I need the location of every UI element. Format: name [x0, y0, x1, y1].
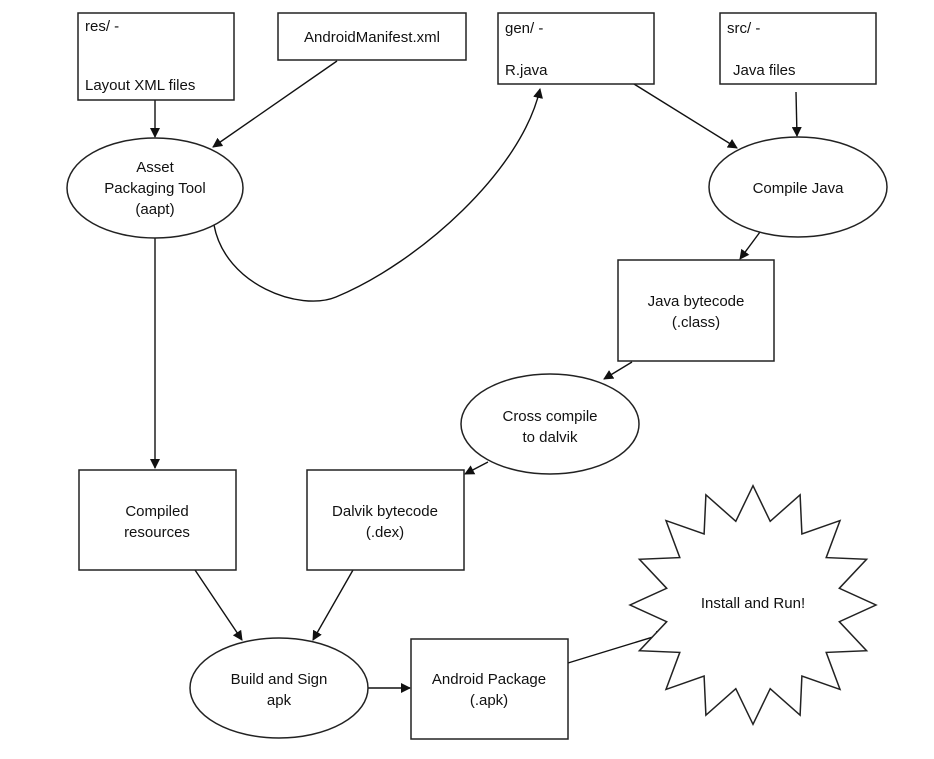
- aapt-line1: Asset: [136, 159, 174, 176]
- compiled-resources-line1: Compiled: [125, 503, 188, 520]
- src-label: src/ -: [727, 20, 760, 37]
- node-compiled-resources: Compiled resources: [78, 469, 237, 571]
- node-install-run: Install and Run!: [628, 483, 878, 727]
- node-java-bytecode: Java bytecode (.class): [617, 259, 775, 362]
- install-run-label: Install and Run!: [701, 595, 805, 612]
- aapt-line3: (aapt): [135, 201, 174, 218]
- dalvik-bytecode-line1: Dalvik bytecode: [332, 503, 438, 520]
- java-bytecode-line2: (.class): [672, 314, 720, 331]
- compile-java-label: Compile Java: [753, 180, 845, 197]
- edge-gen-compile: [633, 83, 738, 149]
- node-aapt: Asset Packaging Tool (aapt): [66, 137, 244, 239]
- aapt-line2: Packaging Tool: [104, 180, 205, 197]
- android-package-line2: (.apk): [470, 692, 508, 709]
- node-cross-compile: Cross compile to dalvik: [460, 373, 640, 475]
- java-bytecode-line1: Java bytecode: [648, 293, 745, 310]
- node-src: src/ - Java files: [719, 12, 877, 85]
- edge-dalvik-build: [312, 569, 354, 641]
- edge-compiled-build: [194, 569, 243, 641]
- compiled-resources-line2: resources: [124, 524, 190, 541]
- edge-src-compile: [791, 91, 802, 137]
- src-desc: Java files: [733, 62, 796, 79]
- build-sign-line2: apk: [267, 692, 292, 709]
- res-desc: Layout XML files: [85, 77, 195, 94]
- android-build-diagram: res/ - Layout XML files AndroidManifest.…: [0, 0, 934, 759]
- node-compile-java: Compile Java: [708, 136, 888, 238]
- edge-bytecode-cross: [603, 361, 633, 380]
- node-manifest: AndroidManifest.xml: [277, 12, 467, 61]
- dalvik-bytecode-line2: (.dex): [366, 524, 404, 541]
- node-gen: gen/ - R.java: [497, 12, 655, 85]
- node-android-package: Android Package (.apk): [410, 638, 569, 740]
- node-build-sign: Build and Sign apk: [189, 637, 369, 739]
- diagram-canvas: res/ - Layout XML files AndroidManifest.…: [66, 12, 888, 740]
- build-sign-line1: Build and Sign: [231, 671, 328, 688]
- node-res: res/ - Layout XML files: [77, 12, 235, 101]
- res-label: res/ -: [85, 18, 119, 35]
- cross-compile-line2: to dalvik: [522, 429, 578, 446]
- gen-desc: R.java: [505, 62, 548, 79]
- manifest-label: AndroidManifest.xml: [304, 29, 440, 46]
- node-dalvik-bytecode: Dalvik bytecode (.dex): [306, 469, 465, 571]
- edge-cross-dalvik: [464, 461, 489, 475]
- cross-compile-line1: Cross compile: [502, 408, 597, 425]
- android-package-line1: Android Package: [432, 671, 546, 688]
- gen-label: gen/ -: [505, 20, 543, 37]
- edge-compile-bytecode: [739, 231, 761, 260]
- edge-aapt-gen: [213, 88, 543, 302]
